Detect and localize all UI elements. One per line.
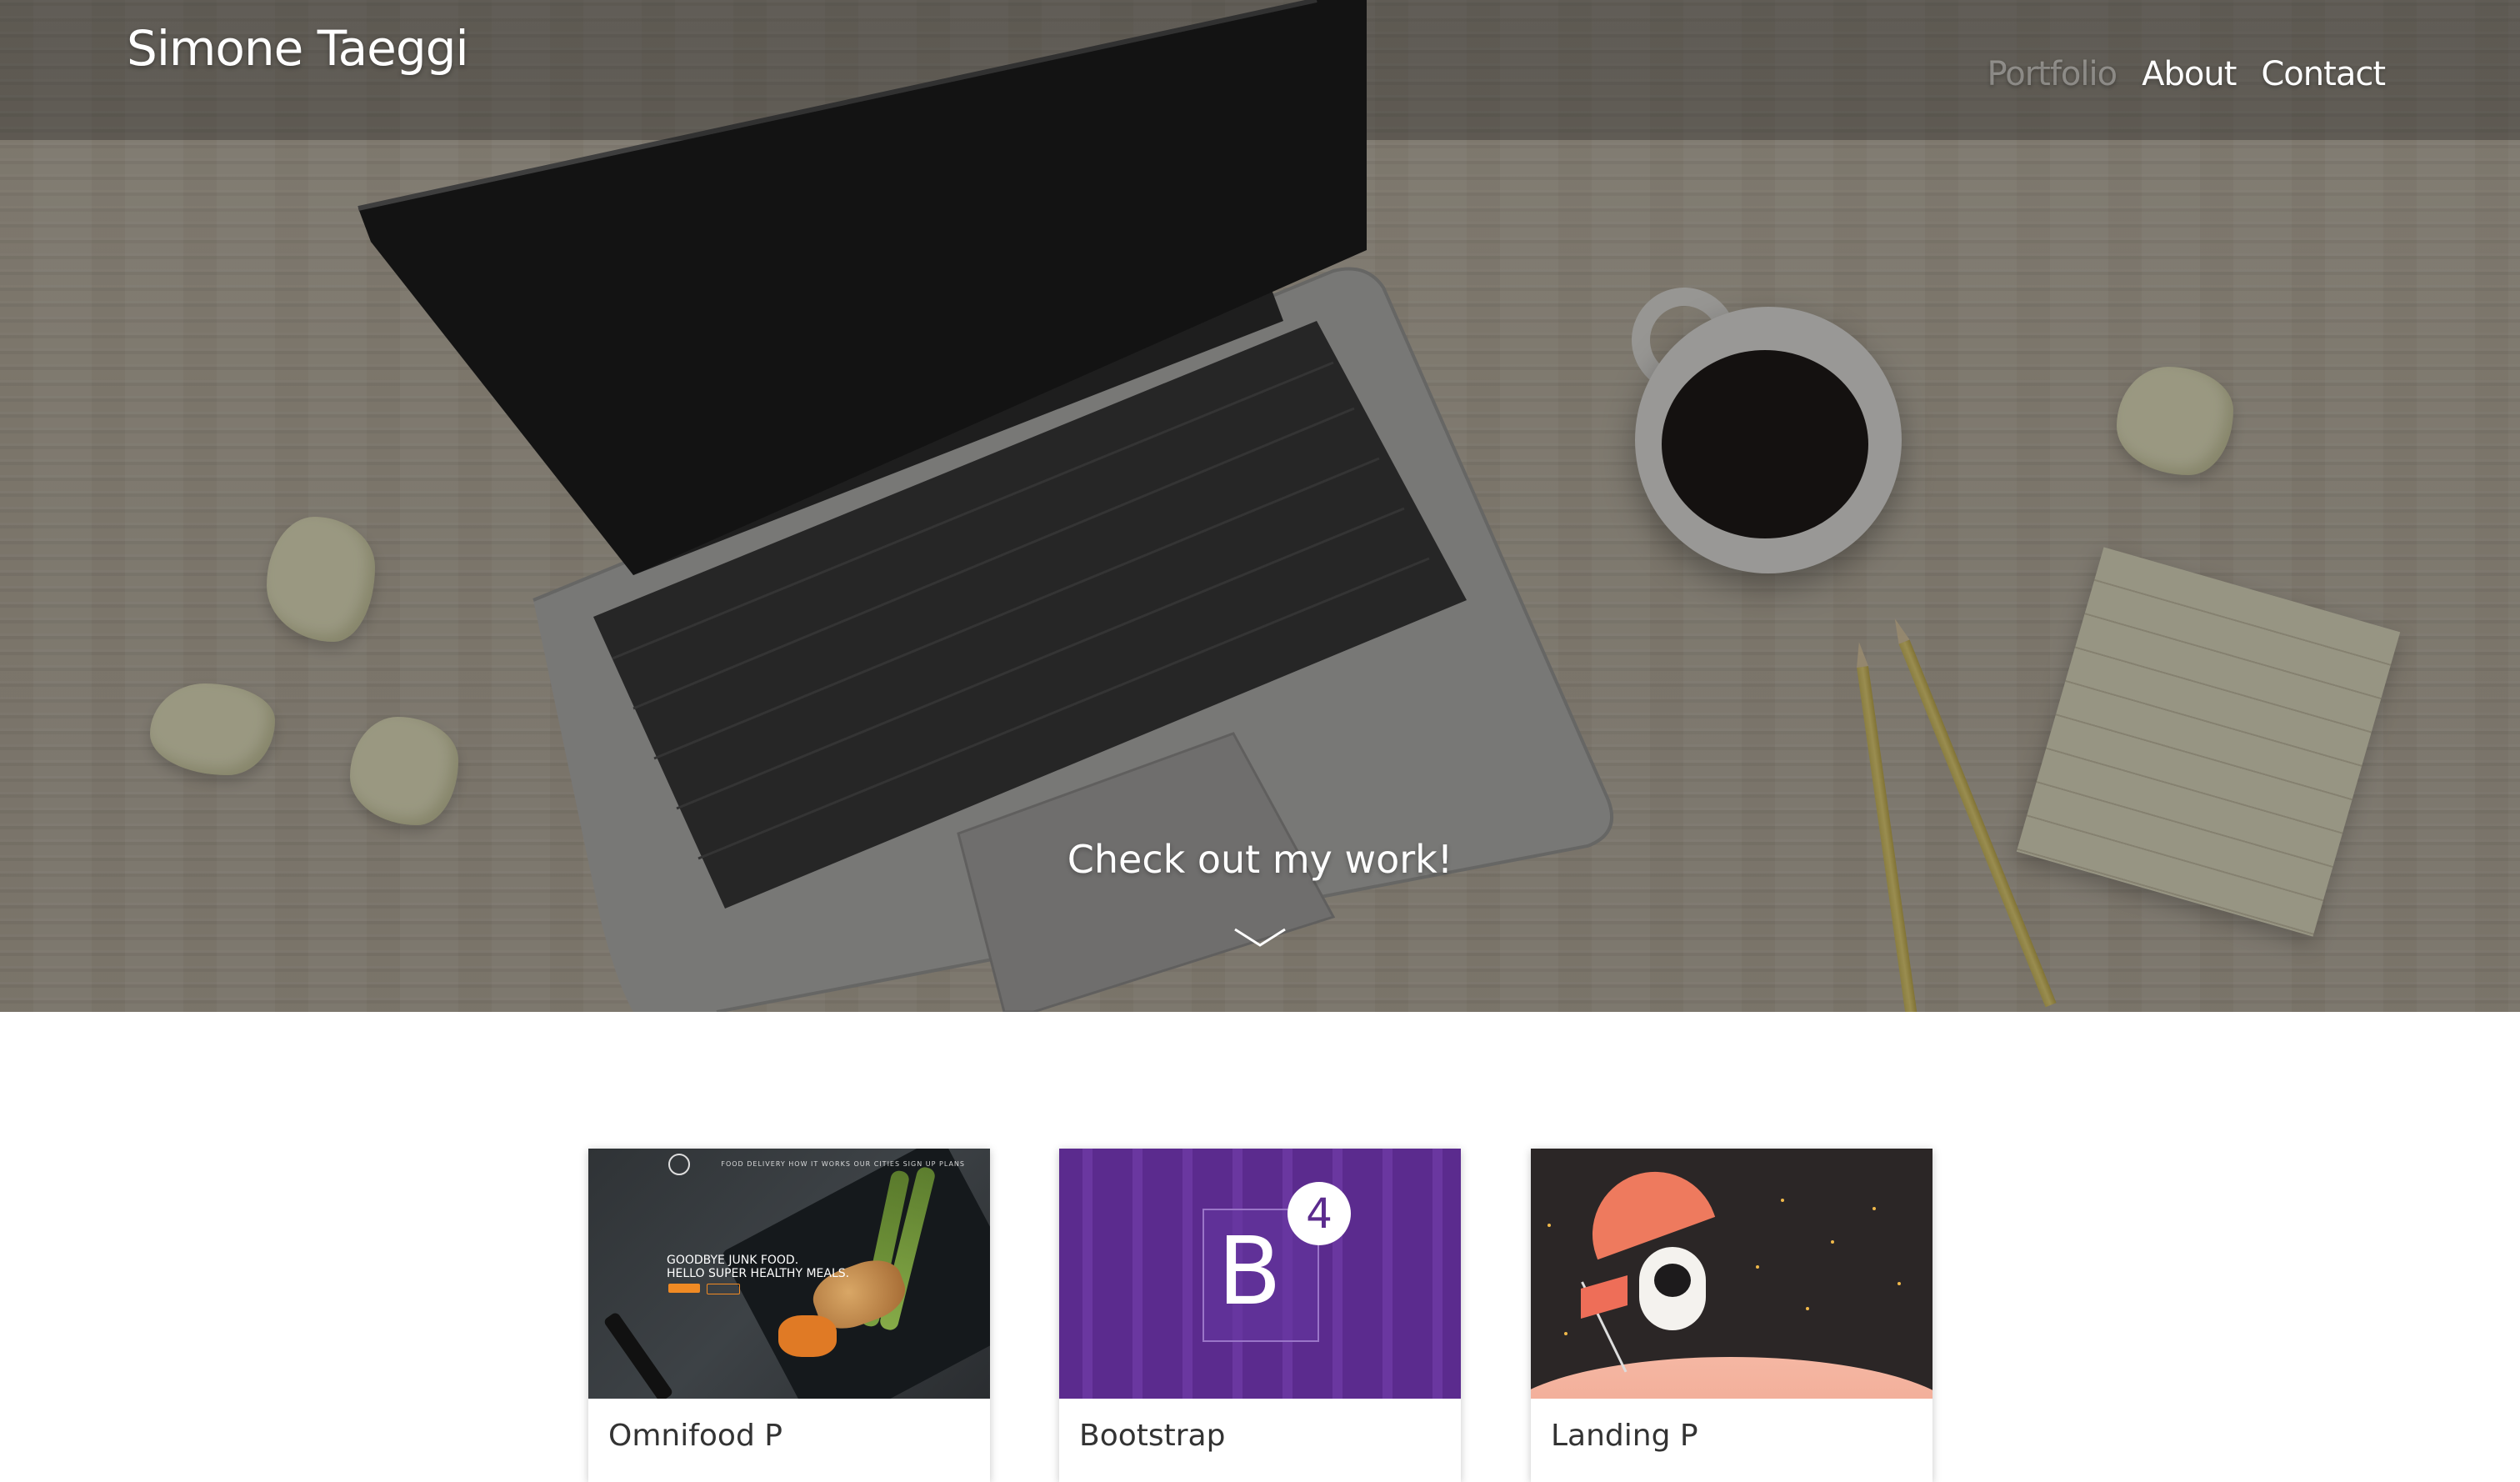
- hero-section: Simone Taeggi Portfolio About Contact Ch…: [0, 0, 2520, 1012]
- omnifood-logo-icon: [668, 1154, 690, 1175]
- nav-portfolio[interactable]: Portfolio: [1988, 55, 2118, 93]
- site-brand[interactable]: Simone Taeggi: [127, 20, 469, 77]
- portfolio-card-bootstrap[interactable]: B 4 Bootstrap: [1059, 1149, 1461, 1482]
- card-title: Landing P: [1551, 1419, 1698, 1453]
- portfolio-card-omnifood[interactable]: FOOD DELIVERY HOW IT WORKS OUR CITIES SI…: [588, 1149, 990, 1482]
- thumb-nav: FOOD DELIVERY HOW IT WORKS OUR CITIES SI…: [721, 1160, 965, 1168]
- astronaut-thumbnail: [1531, 1149, 1932, 1399]
- main-nav: Portfolio About Contact: [1988, 55, 2386, 93]
- portfolio-card-landing[interactable]: Landing P: [1531, 1149, 1932, 1482]
- portfolio-grid: FOOD DELIVERY HOW IT WORKS OUR CITIES SI…: [0, 1149, 2520, 1482]
- card-title: Omnifood P: [608, 1419, 782, 1453]
- card-title: Bootstrap: [1079, 1419, 1226, 1453]
- thumb-headline: GOODBYE JUNK FOOD. HELLO SUPER HEALTHY M…: [667, 1254, 850, 1280]
- hero-cta-text: Check out my work!: [1067, 837, 1453, 882]
- nav-contact[interactable]: Contact: [2261, 55, 2386, 93]
- version-badge: 4: [1288, 1182, 1351, 1245]
- nav-about[interactable]: About: [2142, 55, 2237, 93]
- omnifood-thumbnail: FOOD DELIVERY HOW IT WORKS OUR CITIES SI…: [588, 1149, 990, 1399]
- bootstrap-thumbnail: B 4: [1059, 1149, 1461, 1399]
- chevron-down-icon[interactable]: [1233, 927, 1287, 949]
- bootstrap-logo: B: [1218, 1218, 1282, 1326]
